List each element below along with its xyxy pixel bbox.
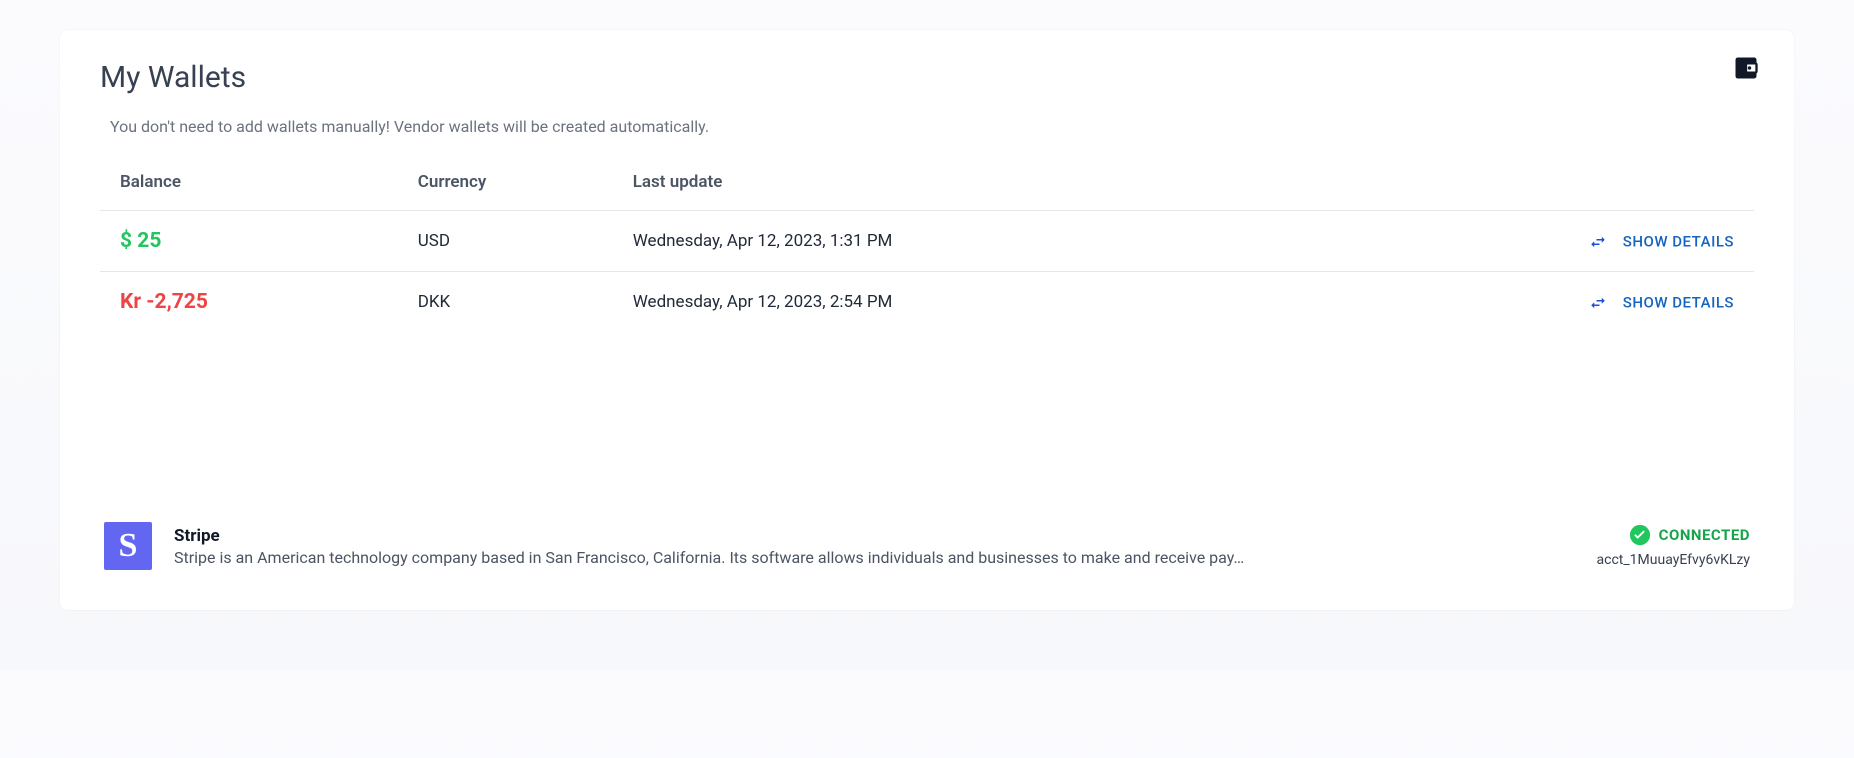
balance-value: Kr -2,725 xyxy=(120,290,208,314)
show-details-button[interactable]: SHOW DETAILS xyxy=(1623,294,1734,312)
col-header-currency: Currency xyxy=(398,156,613,211)
stripe-description: Stripe is an American technology company… xyxy=(174,548,1575,567)
last-update-value: Wednesday, Apr 12, 2023, 2:54 PM xyxy=(613,272,1225,333)
stripe-integration-row: S Stripe Stripe is an American technolog… xyxy=(100,522,1754,570)
col-header-actions xyxy=(1225,156,1754,211)
connected-label: CONNECTED xyxy=(1659,526,1750,544)
col-header-balance: Balance xyxy=(100,156,398,211)
stripe-name: Stripe xyxy=(174,526,1575,546)
stripe-logo: S xyxy=(104,522,152,570)
page-title: My Wallets xyxy=(100,60,246,95)
col-header-last-update: Last update xyxy=(613,156,1225,211)
currency-value: USD xyxy=(398,211,613,272)
wallet-icon xyxy=(1732,54,1760,82)
page-subtitle: You don't need to add wallets manually! … xyxy=(100,117,1754,136)
wallets-card: My Wallets You don't need to add wallets… xyxy=(60,30,1794,610)
balance-value: $ 25 xyxy=(120,229,161,253)
wallets-table: Balance Currency Last update $ 25 USD We… xyxy=(100,156,1754,332)
stripe-status: CONNECTED acct_1MuuayEfvy6vKLzy xyxy=(1597,524,1750,568)
show-details-button[interactable]: SHOW DETAILS xyxy=(1623,233,1734,251)
card-header: My Wallets xyxy=(100,60,1754,105)
swap-icon[interactable] xyxy=(1589,233,1607,251)
table-row: Kr -2,725 DKK Wednesday, Apr 12, 2023, 2… xyxy=(100,272,1754,333)
stripe-account-id: acct_1MuuayEfvy6vKLzy xyxy=(1597,552,1750,568)
stripe-text: Stripe Stripe is an American technology … xyxy=(174,526,1575,567)
check-circle-icon xyxy=(1629,524,1651,546)
last-update-value: Wednesday, Apr 12, 2023, 1:31 PM xyxy=(613,211,1225,272)
currency-value: DKK xyxy=(398,272,613,333)
swap-icon[interactable] xyxy=(1589,294,1607,312)
table-row: $ 25 USD Wednesday, Apr 12, 2023, 1:31 P… xyxy=(100,211,1754,272)
